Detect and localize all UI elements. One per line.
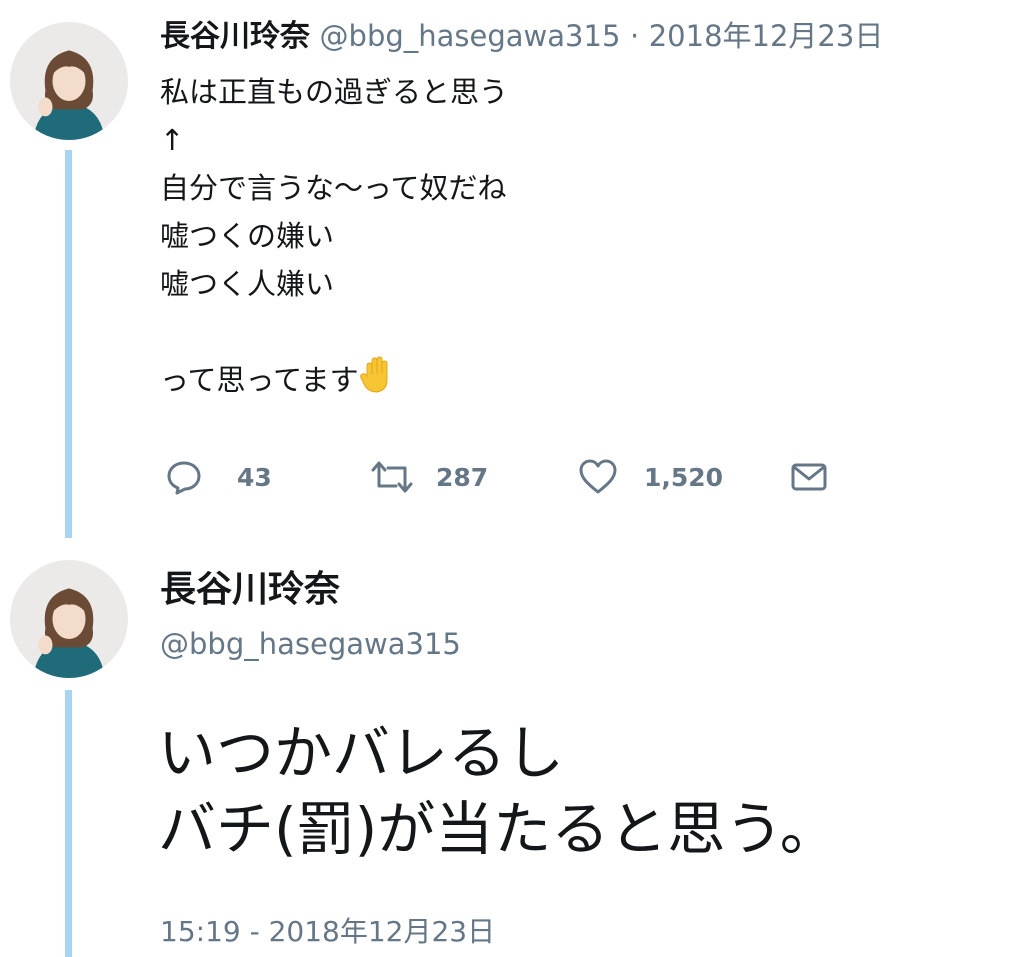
retweet-icon	[371, 461, 413, 493]
tweet-line: 嘘つくの嫌い	[160, 219, 335, 253]
avatar[interactable]	[10, 560, 128, 678]
tweet-text: 私は正直もの過ぎると思う ↑ 自分で言うな〜って奴だね 嘘つくの嫌い 嘘つく人嫌…	[160, 68, 508, 404]
tweet-date[interactable]: 2018年12月23日	[649, 19, 884, 53]
avatar-image	[10, 560, 128, 678]
thread-line-bottom	[65, 690, 72, 957]
reply-count: 43	[237, 462, 272, 492]
like-icon	[579, 459, 617, 494]
tweet-line: 私は正直もの過ぎると思う	[160, 75, 509, 109]
avatar-image	[10, 22, 128, 140]
tweet-line: 自分で言うな〜って奴だね	[160, 171, 507, 205]
like-count: 1,520	[644, 462, 724, 492]
tweet-line: ↑	[160, 123, 185, 157]
raised-hand-icon	[359, 356, 393, 394]
display-name[interactable]: 長谷川玲奈	[160, 566, 340, 614]
tweet-text: いつかバレるし バチ(罰)が当たると思う。	[158, 715, 838, 867]
tweet-line: バチ(罰)が当たると思う。	[158, 795, 838, 863]
user-handle[interactable]: @bbg_hasegawa315	[160, 622, 461, 666]
tweet-line	[160, 308, 508, 356]
tweet-line: いつかバレるし	[158, 719, 565, 787]
tweet-actions: 43 287 1,520	[165, 455, 865, 499]
tweet-timestamp[interactable]: 15:19 - 2018年12月23日	[160, 912, 495, 952]
reply-icon	[167, 461, 201, 495]
reply-button[interactable]: 43	[165, 455, 272, 499]
avatar[interactable]	[10, 22, 128, 140]
thread-line-top	[65, 150, 72, 538]
tweet-line: 嘘つく人嫌い	[160, 267, 335, 301]
like-button[interactable]: 1,520	[578, 455, 723, 499]
tweet-line: って思ってます	[160, 363, 359, 397]
message-icon	[791, 463, 827, 491]
separator-dot: ·	[629, 19, 640, 53]
retweet-count: 287	[436, 462, 489, 492]
user-handle[interactable]: @bbg_hasegawa315	[320, 19, 621, 53]
display-name[interactable]: 長谷川玲奈	[160, 19, 310, 54]
tweet-header: 長谷川玲奈 @bbg_hasegawa315 · 2018年12月23日	[160, 14, 883, 59]
message-button[interactable]	[790, 455, 828, 499]
tweet-line-with-emoji: って思ってます	[160, 356, 508, 404]
retweet-button[interactable]: 287	[370, 455, 488, 499]
